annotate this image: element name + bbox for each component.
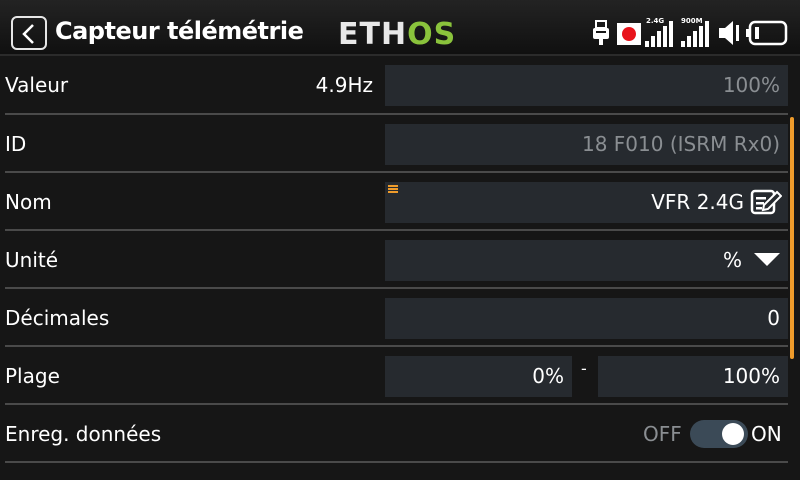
row-valeur: Valeur 4.9Hz 100% xyxy=(0,57,788,115)
plage-label: Plage xyxy=(5,364,60,388)
nom-value: VFR 2.4G xyxy=(651,190,744,214)
usb-icon xyxy=(593,20,609,45)
speaker-icon xyxy=(719,21,739,45)
menu-lines-icon xyxy=(388,185,398,193)
row-id: ID 18 F010 (ISRM Rx0) xyxy=(0,115,788,173)
decimales-field[interactable]: 0 xyxy=(385,298,788,339)
row-unite: Unité % xyxy=(0,231,788,289)
signal-2g4-icon: 2.4G xyxy=(644,17,674,47)
back-button[interactable] xyxy=(11,16,47,50)
row-decimales: Décimales 0 xyxy=(0,289,788,347)
row-nom: Nom VFR 2.4G xyxy=(0,173,788,231)
unite-value: % xyxy=(722,248,742,272)
decimales-label: Décimales xyxy=(5,306,110,330)
unite-dropdown[interactable]: % xyxy=(385,240,788,281)
record-icon xyxy=(617,23,641,45)
scrollbar[interactable] xyxy=(790,117,794,359)
plage-min-field[interactable]: 0% xyxy=(385,356,572,397)
row-plage: Plage 0% - 100% xyxy=(0,347,788,405)
id-field: 18 F010 (ISRM Rx0) xyxy=(385,124,788,165)
ethos-logo: ETHOS xyxy=(338,17,457,52)
page-title: Capteur télémétrie xyxy=(55,17,304,45)
header-bar: Capteur télémétrie ETHOS 2.4G 900M xyxy=(0,0,800,56)
valeur-label: Valeur xyxy=(5,73,69,97)
row-divider xyxy=(5,461,788,463)
edit-icon xyxy=(750,189,782,215)
plage-separator: - xyxy=(581,359,587,378)
toggle-off-label: OFF xyxy=(643,422,682,446)
toggle-on-label: ON xyxy=(751,422,782,446)
signal-900m-icon: 900M xyxy=(680,17,714,47)
chevron-left-icon xyxy=(22,24,34,44)
unite-label: Unité xyxy=(5,248,59,272)
id-label: ID xyxy=(5,132,27,156)
battery-icon xyxy=(746,20,788,46)
valeur-rate: 4.9Hz xyxy=(315,73,373,97)
nom-text-field[interactable]: VFR 2.4G xyxy=(385,182,788,223)
enreg-label: Enreg. données xyxy=(5,422,162,446)
valeur-field: 100% xyxy=(385,65,788,106)
log-toggle[interactable] xyxy=(690,420,748,448)
plage-max-field[interactable]: 100% xyxy=(598,356,788,397)
chevron-down-icon xyxy=(754,253,780,266)
row-enreg: Enreg. données OFF ON xyxy=(0,405,788,463)
nom-label: Nom xyxy=(5,190,52,214)
toggle-knob xyxy=(722,423,744,445)
